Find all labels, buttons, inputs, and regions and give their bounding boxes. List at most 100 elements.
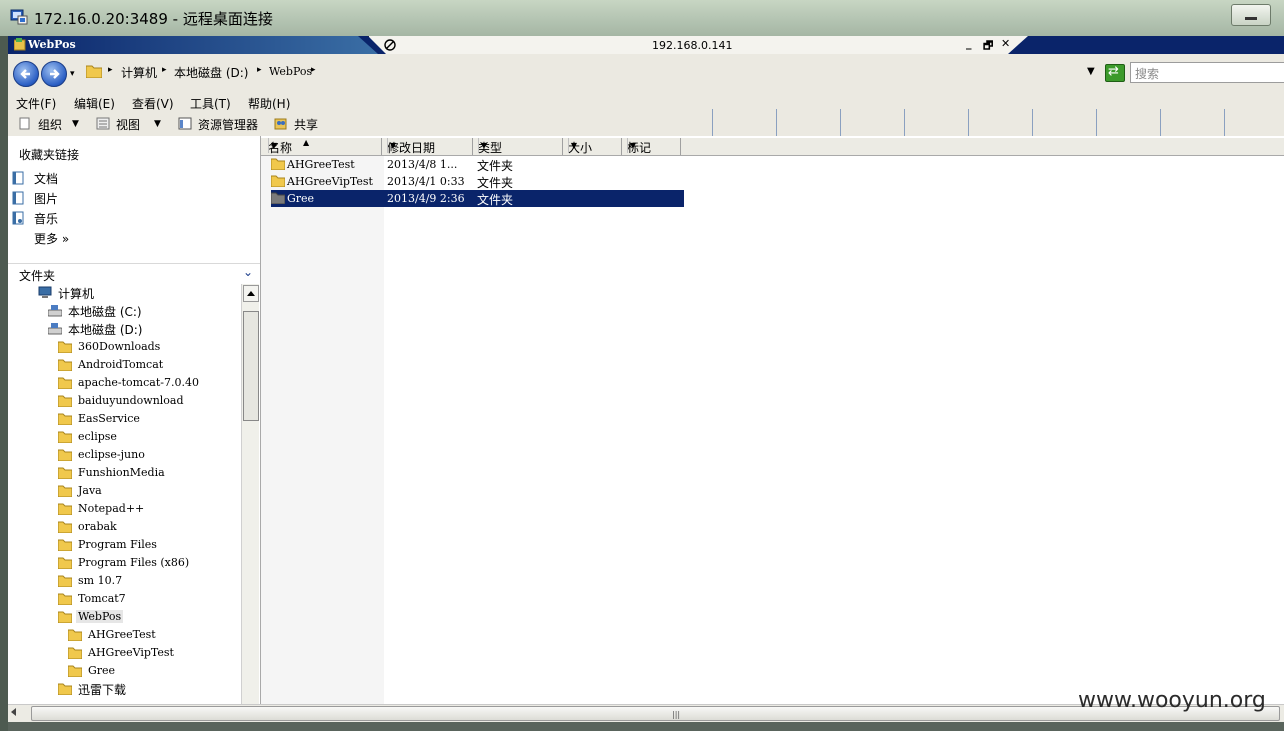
column-dropdown-icon[interactable]: ▼ bbox=[478, 138, 489, 153]
tree-item-label: FunshionMedia bbox=[78, 466, 165, 479]
music-icon bbox=[12, 211, 24, 225]
vertical-scrollbar[interactable] bbox=[241, 284, 259, 704]
breadcrumb-arrow-icon[interactable]: ▸ bbox=[108, 65, 113, 75]
address-dropdown-icon[interactable]: ▼ bbox=[1087, 66, 1095, 77]
conn-close-button[interactable]: ✕ bbox=[1001, 37, 1010, 50]
organize-icon bbox=[19, 117, 30, 130]
column-dropdown-icon[interactable]: ▼ bbox=[268, 138, 279, 153]
column-dropdown-icon[interactable]: ▼ bbox=[568, 138, 579, 153]
column-size[interactable]: 大小 ▼ bbox=[563, 138, 622, 155]
folder-icon bbox=[58, 359, 72, 371]
file-name: Gree bbox=[287, 192, 315, 205]
folder-icon bbox=[58, 557, 72, 569]
folder-icon bbox=[58, 341, 72, 353]
menu-help[interactable]: 帮助(H) bbox=[248, 95, 290, 112]
rdp-titlebar: 172.16.0.20:3489 - 远程桌面连接 bbox=[0, 0, 1284, 36]
column-dropdown-icon[interactable]: ▼ bbox=[627, 138, 638, 153]
file-name: AHGreeVipTest bbox=[287, 175, 373, 188]
tree-item-label: 迅雷下载 bbox=[78, 683, 127, 697]
forward-button[interactable] bbox=[41, 61, 67, 87]
rdp-minimize-button[interactable] bbox=[1231, 4, 1271, 26]
menu-tools[interactable]: 工具(T) bbox=[190, 95, 231, 112]
search-input[interactable]: 搜索 bbox=[1130, 62, 1284, 83]
folder-icon bbox=[271, 192, 285, 204]
artifact-line bbox=[712, 109, 713, 137]
view-dropdown-icon[interactable]: ▼ bbox=[154, 119, 161, 129]
file-row-selected[interactable]: Gree 2013/4/9 2:36 文件夹 bbox=[271, 190, 684, 207]
organize-button[interactable]: 组织 bbox=[38, 116, 62, 133]
tree-item-label: Gree bbox=[88, 664, 116, 677]
file-row[interactable]: AHGreeVipTest 2013/4/1 0:33 文件夹 bbox=[271, 173, 684, 190]
desktop-strip bbox=[8, 722, 1284, 731]
folder-icon bbox=[58, 431, 72, 443]
scroll-left-icon[interactable] bbox=[11, 708, 16, 716]
breadcrumb-arrow-icon[interactable]: ▸ bbox=[257, 65, 262, 75]
file-date: 2013/4/8 1... bbox=[387, 158, 458, 171]
remote-session: WebPos 192.168.0.141 _ 🗗 ✕ ▾ ▸ 计算机 ▸ 本地磁… bbox=[8, 36, 1284, 731]
breadcrumb-arrow-icon[interactable]: ▸ bbox=[162, 65, 167, 75]
search-placeholder: 搜索 bbox=[1135, 67, 1160, 81]
menu-edit[interactable]: 编辑(E) bbox=[74, 95, 115, 112]
breadcrumb-drive-d[interactable]: 本地磁盘 (D:) bbox=[174, 64, 248, 81]
sorted-column-shade bbox=[261, 156, 384, 704]
column-name[interactable]: 名称 ▲ ▼ bbox=[263, 138, 382, 155]
favorites-header: 收藏夹链接 bbox=[19, 148, 80, 162]
explorer-titlebar: WebPos 192.168.0.141 _ 🗗 ✕ bbox=[8, 36, 1284, 54]
folder-icon bbox=[58, 449, 72, 461]
file-row[interactable]: AHGreeTest 2013/4/8 1... 文件夹 bbox=[271, 156, 684, 173]
scroll-thumb[interactable] bbox=[243, 311, 259, 421]
artifact-line bbox=[1224, 109, 1225, 137]
file-date: 2013/4/1 0:33 bbox=[387, 175, 465, 188]
favorite-label: 音乐 bbox=[34, 212, 59, 226]
organize-dropdown-icon[interactable]: ▼ bbox=[72, 119, 79, 129]
refresh-button[interactable] bbox=[1105, 64, 1125, 82]
column-tags[interactable]: 标记 ▼ bbox=[622, 138, 681, 155]
file-type: 文件夹 bbox=[477, 159, 514, 173]
favorite-label: 文档 bbox=[34, 172, 59, 186]
history-dropdown-icon[interactable]: ▾ bbox=[70, 69, 75, 79]
drive-icon bbox=[48, 305, 62, 317]
favorite-label: 图片 bbox=[34, 192, 59, 206]
artifact-line bbox=[1032, 109, 1033, 137]
column-date[interactable]: 修改日期 ▼ bbox=[382, 138, 473, 155]
tree-item-label: AHGreeTest bbox=[88, 628, 156, 641]
artifact-line bbox=[1096, 109, 1097, 137]
file-list-pane: 名称 ▲ ▼ 修改日期 ▼ 类型 ▼ 大小 ▼ 标记 ▼ AHGreeTest … bbox=[261, 136, 1284, 704]
folder-icon bbox=[58, 413, 72, 425]
tree-item-label: Java bbox=[78, 484, 102, 497]
menu-view[interactable]: 查看(V) bbox=[132, 95, 174, 112]
explorer-title-tab: WebPos bbox=[8, 36, 378, 54]
back-button[interactable] bbox=[13, 61, 39, 87]
folder-tree: 计算机 本地磁盘 (C:) 本地磁盘 (D:) 360Downloads Android… bbox=[8, 284, 240, 704]
column-type[interactable]: 类型 ▼ bbox=[473, 138, 563, 155]
artifact-line bbox=[968, 109, 969, 137]
conn-minimize-button[interactable]: _ bbox=[966, 37, 972, 50]
menu-file[interactable]: 文件(F) bbox=[16, 95, 56, 112]
column-dropdown-icon[interactable]: ▼ bbox=[387, 138, 398, 153]
folder-icon bbox=[58, 593, 72, 605]
remote-desktop-icon bbox=[10, 9, 28, 25]
folders-header[interactable]: 文件夹 ⌄ bbox=[8, 263, 260, 284]
folder-icon bbox=[14, 38, 26, 51]
column-header-row: 名称 ▲ ▼ 修改日期 ▼ 类型 ▼ 大小 ▼ 标记 ▼ bbox=[261, 138, 1284, 156]
rdp-window-title: 172.16.0.20:3489 - 远程桌面连接 bbox=[34, 10, 273, 28]
breadcrumb-arrow-icon[interactable]: ▸ bbox=[311, 65, 316, 75]
scroll-up-button[interactable] bbox=[243, 285, 259, 302]
chevron-down-icon[interactable]: ⌄ bbox=[243, 265, 253, 279]
connection-address: 192.168.0.141 bbox=[652, 39, 733, 52]
breadcrumb-webpos[interactable]: WebPos bbox=[269, 65, 312, 78]
pin-icon[interactable] bbox=[383, 38, 397, 52]
view-button[interactable]: 视图 bbox=[116, 116, 140, 133]
folder-icon bbox=[271, 175, 285, 187]
artifact-line bbox=[904, 109, 905, 137]
breadcrumb-computer[interactable]: 计算机 bbox=[121, 64, 157, 81]
artifact-line bbox=[840, 109, 841, 137]
folder-icon bbox=[58, 539, 72, 551]
tree-item-label: Program Files (x86) bbox=[78, 556, 190, 569]
artifact-line bbox=[1160, 109, 1161, 137]
share-button[interactable]: 共享 bbox=[294, 116, 318, 133]
explorer-button[interactable]: 资源管理器 bbox=[198, 116, 258, 133]
tree-item-label: baiduyundownload bbox=[78, 394, 184, 407]
address-bar-row: ▾ ▸ 计算机 ▸ 本地磁盘 (D:) ▸ WebPos ▸ ▼ 搜索 bbox=[8, 54, 1284, 93]
tree-item-label: AHGreeVipTest bbox=[88, 646, 174, 659]
